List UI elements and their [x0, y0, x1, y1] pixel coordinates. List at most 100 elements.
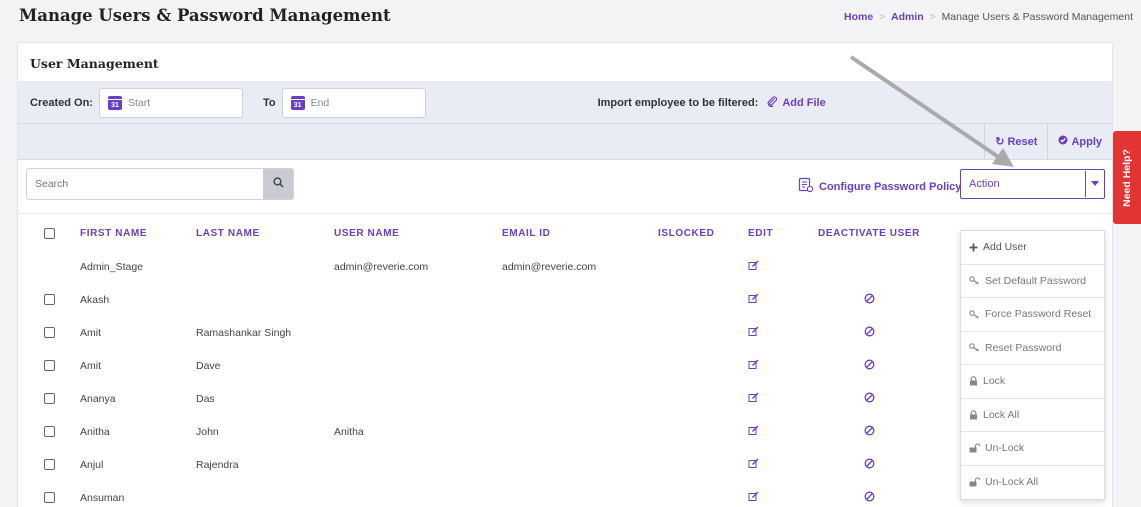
- reset-button[interactable]: ↻ Reset: [984, 124, 1047, 159]
- edit-icon[interactable]: [748, 326, 759, 340]
- edit-cell: [748, 382, 818, 415]
- calendar-icon: 31: [107, 95, 122, 110]
- row-checkbox[interactable]: [43, 492, 55, 504]
- edit-icon[interactable]: [748, 491, 759, 505]
- user-management-card: User Management Created On: 31 Start To …: [17, 42, 1113, 507]
- row-select-cell: [18, 481, 80, 507]
- menu-item-label: Add User: [983, 241, 1027, 254]
- column-header-last-name[interactable]: LAST NAME: [196, 217, 334, 250]
- table-toolbar: Configure Password Policy Action: [18, 160, 1112, 214]
- edit-icon[interactable]: [748, 260, 759, 274]
- first-name-cell: Akash: [80, 293, 110, 306]
- ban-icon[interactable]: [864, 425, 875, 439]
- refresh-icon: ↻: [995, 136, 1005, 148]
- menu-item-force-password-reset[interactable]: Force Password Reset: [961, 298, 1104, 332]
- start-date-input[interactable]: 31 Start: [98, 87, 243, 118]
- edit-icon[interactable]: [748, 293, 759, 307]
- key-icon: [969, 276, 980, 285]
- user-name-cell: [334, 349, 502, 382]
- edit-cell: [748, 448, 818, 481]
- edit-icon[interactable]: [748, 425, 759, 439]
- search-icon: [272, 175, 284, 193]
- menu-item-un-lock-all[interactable]: Un-Lock All: [961, 466, 1104, 500]
- row-checkbox[interactable]: [43, 294, 55, 306]
- menu-item-lock[interactable]: Lock: [961, 365, 1104, 399]
- check-circle-icon: [1058, 135, 1068, 148]
- row-checkbox[interactable]: [43, 426, 55, 438]
- menu-item-lock-all[interactable]: Lock All: [961, 399, 1104, 432]
- search-button[interactable]: [263, 169, 293, 199]
- row-select-cell: [18, 349, 80, 382]
- ban-icon[interactable]: [864, 491, 875, 505]
- first-name-cell: Admin_Stage: [80, 260, 144, 273]
- select-all-checkbox[interactable]: [43, 227, 55, 239]
- column-header-email-id[interactable]: EMAIL ID: [502, 217, 658, 250]
- chevron-down-icon[interactable]: [1085, 171, 1103, 197]
- lock-icon: [969, 409, 978, 420]
- configure-policy-label: Configure Password Policy: [819, 180, 962, 193]
- row-select-cell: [18, 415, 80, 448]
- table-row: Admin_Stage admin@reverie.com admin@reveri…: [18, 250, 1114, 283]
- edit-cell: [748, 316, 818, 349]
- menu-item-set-default-password[interactable]: Set Default Password: [961, 265, 1104, 298]
- user-name-cell: [334, 382, 502, 415]
- last-name-cell: [196, 283, 334, 316]
- apply-button[interactable]: Apply: [1047, 124, 1112, 159]
- policy-document-icon: [798, 177, 814, 196]
- ban-icon[interactable]: [864, 326, 875, 340]
- row-checkbox[interactable]: [43, 360, 55, 372]
- table-row: Akash: [18, 283, 1114, 316]
- need-help-tab[interactable]: Need Help?: [1113, 131, 1141, 224]
- row-select-cell: [18, 382, 80, 415]
- last-name-cell: Ramashankar Singh: [196, 326, 292, 339]
- menu-item-label: Force Password Reset: [985, 308, 1092, 321]
- row-select-cell: [18, 448, 80, 481]
- menu-item-un-lock[interactable]: Un-Lock: [961, 432, 1104, 466]
- last-name-cell: Das: [196, 392, 215, 405]
- ban-icon[interactable]: [864, 392, 875, 406]
- table-row: Ananya Das: [18, 382, 1114, 415]
- breadcrumb-admin[interactable]: Admin: [891, 11, 924, 23]
- edit-icon[interactable]: [748, 359, 759, 373]
- search-input[interactable]: [27, 169, 263, 199]
- paperclip-icon: [766, 95, 778, 110]
- import-label: Import employee to be filtered:: [597, 96, 759, 109]
- user-name-cell: Anitha: [334, 425, 364, 438]
- row-checkbox[interactable]: [43, 459, 55, 471]
- user-name-cell: [334, 283, 502, 316]
- menu-item-add-user[interactable]: Add User: [961, 231, 1104, 265]
- breadcrumb-home[interactable]: Home: [844, 11, 873, 23]
- action-select[interactable]: Action: [960, 169, 1105, 199]
- column-header-first-name[interactable]: FIRST NAME: [80, 217, 196, 250]
- card-title: User Management: [18, 43, 1112, 82]
- add-file-label: Add File: [782, 96, 826, 109]
- menu-item-label: Un-Lock: [985, 442, 1025, 455]
- column-header-islocked[interactable]: ISLOCKED: [658, 217, 748, 250]
- row-checkbox[interactable]: [43, 393, 55, 405]
- ban-icon[interactable]: [864, 359, 875, 373]
- add-file-link[interactable]: Add File: [766, 95, 826, 110]
- ban-icon[interactable]: [864, 458, 875, 472]
- search-box: [26, 168, 294, 200]
- edit-cell: [748, 349, 818, 382]
- islocked-cell: [658, 415, 748, 448]
- end-date-placeholder: End: [310, 96, 330, 109]
- islocked-cell: [658, 448, 748, 481]
- last-name-cell: [196, 250, 334, 283]
- menu-item-label: Reset Password: [985, 341, 1062, 354]
- edit-icon[interactable]: [748, 458, 759, 472]
- configure-password-policy-link[interactable]: Configure Password Policy: [798, 177, 961, 196]
- chevron-right-icon: >: [879, 11, 886, 23]
- user-name-cell: [334, 448, 502, 481]
- edit-icon[interactable]: [748, 392, 759, 406]
- menu-item-reset-password[interactable]: Reset Password: [961, 332, 1104, 365]
- menu-item-label: Un-Lock All: [985, 476, 1039, 489]
- end-date-input[interactable]: 31 End: [281, 87, 426, 118]
- unlock-icon: [969, 443, 980, 453]
- email-id-cell: [502, 415, 658, 448]
- row-checkbox[interactable]: [43, 327, 55, 339]
- column-header-user-name[interactable]: USER NAME: [334, 217, 502, 250]
- ban-icon[interactable]: [864, 293, 875, 307]
- first-name-cell: Anitha: [80, 425, 110, 438]
- email-id-cell: [502, 382, 658, 415]
